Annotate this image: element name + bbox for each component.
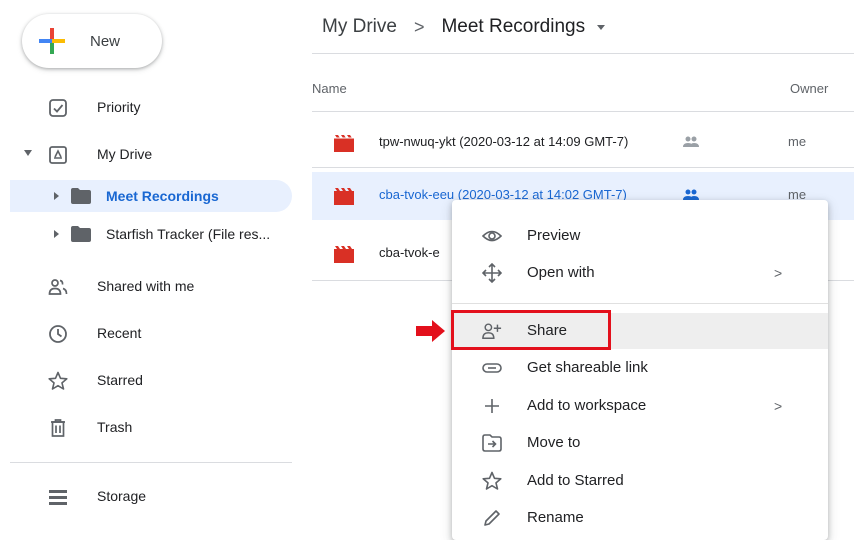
context-menu: Preview Open with > Share Get shareable …: [452, 200, 828, 540]
link-icon: [482, 363, 502, 373]
menu-item-label: Add to workspace: [527, 397, 647, 414]
menu-item-rename[interactable]: Rename: [452, 500, 828, 536]
file-owner: me: [788, 134, 807, 149]
breadcrumb-root[interactable]: My Drive: [322, 16, 397, 38]
shared-people-icon: [683, 136, 699, 147]
table-row[interactable]: tpw-nwuq-ykt (2020-03-12 at 14:09 GMT-7)…: [312, 119, 854, 167]
star-icon: [48, 371, 68, 390]
menu-item-add-to-starred[interactable]: Add to Starred: [452, 463, 828, 499]
sidebar-item-label: My Drive: [97, 146, 153, 162]
new-button[interactable]: New: [22, 14, 162, 68]
breadcrumb: My Drive > Meet Recordings: [322, 14, 606, 40]
expand-caret-icon[interactable]: [24, 150, 32, 156]
table-header-divider: [312, 111, 854, 112]
eye-icon: [482, 230, 502, 242]
menu-item-label: Open with: [527, 264, 595, 281]
menu-item-label: Get shareable link: [527, 359, 648, 376]
sidebar-item-label: Storage: [97, 488, 147, 504]
submenu-arrow-icon: >: [774, 398, 783, 414]
video-file-icon: [334, 188, 354, 205]
storage-icon: [49, 490, 67, 505]
star-icon: [482, 471, 502, 490]
column-header-owner[interactable]: Owner: [790, 81, 828, 96]
menu-item-label: Add to Starred: [527, 472, 624, 489]
folder-icon: [71, 188, 91, 204]
my-drive-icon: [49, 146, 67, 164]
sidebar-item-starred[interactable]: Starred: [0, 362, 292, 398]
file-name: cba-tvok-e: [379, 245, 440, 260]
menu-item-move-to[interactable]: Move to: [452, 425, 828, 461]
folder-icon: [71, 226, 91, 242]
sidebar-item-shared-with-me[interactable]: Shared with me: [0, 268, 292, 304]
move-to-icon: [482, 434, 502, 452]
sidebar-item-label: Shared with me: [97, 278, 195, 294]
tree-item-label: Meet Recordings: [106, 188, 219, 204]
sidebar-item-priority[interactable]: Priority: [0, 89, 292, 125]
priority-icon: [49, 99, 67, 117]
breadcrumb-current[interactable]: Meet Recordings: [441, 16, 585, 38]
menu-item-label: Move to: [527, 434, 581, 451]
tree-item-meet-recordings[interactable]: Meet Recordings: [10, 180, 292, 212]
expand-arrow-icon[interactable]: [54, 230, 59, 238]
submenu-arrow-icon: >: [774, 265, 783, 281]
menu-item-preview[interactable]: Preview: [452, 218, 828, 254]
dropdown-caret-icon[interactable]: [597, 24, 606, 30]
sidebar-item-label: Starred: [97, 372, 143, 388]
plus-multicolor-icon: [39, 28, 65, 54]
menu-item-label: Rename: [527, 509, 584, 526]
sidebar-item-storage[interactable]: Storage: [0, 478, 292, 514]
tree-item-label: Starfish Tracker (File res...: [106, 226, 271, 242]
column-header-name[interactable]: Name: [312, 81, 347, 96]
open-with-icon: [482, 263, 502, 283]
sidebar-item-label: Priority: [97, 99, 141, 115]
menu-item-label: Preview: [527, 227, 581, 244]
sidebar-item-label: Recent: [97, 325, 142, 341]
expand-arrow-icon[interactable]: [54, 192, 59, 200]
sidebar-item-recent[interactable]: Recent: [0, 315, 292, 351]
plus-icon: [485, 399, 499, 413]
menu-item-open-with[interactable]: Open with >: [452, 255, 828, 291]
sidebar-item-trash[interactable]: Trash: [0, 409, 292, 445]
row-divider: [312, 167, 854, 168]
sidebar-divider: [10, 462, 292, 463]
trash-icon: [51, 419, 65, 437]
breadcrumb-separator: >: [413, 16, 425, 37]
clock-icon: [49, 325, 67, 343]
header-divider: [312, 53, 854, 54]
sidebar-item-label: Trash: [97, 419, 133, 435]
sidebar-item-my-drive[interactable]: My Drive: [0, 136, 292, 172]
red-arrow-icon: [416, 320, 445, 342]
menu-item-add-to-workspace[interactable]: Add to workspace >: [452, 388, 828, 424]
video-file-icon: [334, 135, 354, 152]
share-highlight-box: [451, 310, 611, 350]
menu-item-get-link[interactable]: Get shareable link: [452, 350, 828, 386]
new-button-label: New: [90, 32, 121, 50]
pencil-icon: [484, 510, 500, 526]
menu-divider: [452, 303, 828, 304]
video-file-icon: [334, 246, 354, 263]
file-name: tpw-nwuq-ykt (2020-03-12 at 14:09 GMT-7): [379, 134, 629, 149]
shared-icon: [48, 279, 68, 295]
tree-item-starfish-tracker[interactable]: Starfish Tracker (File res...: [0, 218, 292, 250]
